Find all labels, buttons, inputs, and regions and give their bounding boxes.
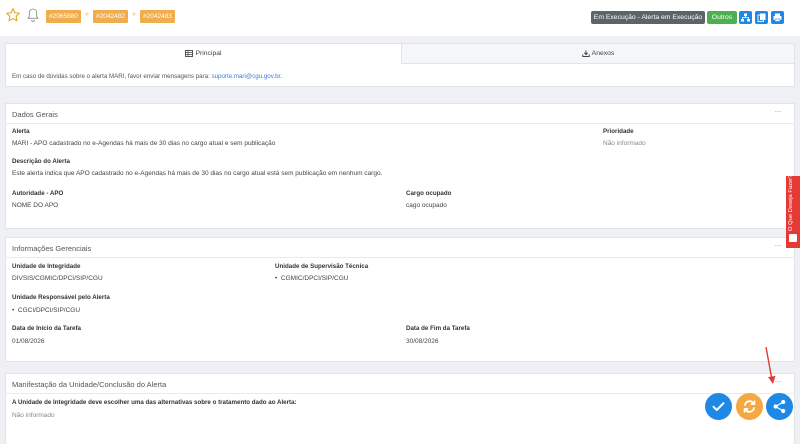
copy-button[interactable] xyxy=(755,11,768,24)
breadcrumb-separator: » xyxy=(85,11,89,18)
support-email-link[interactable]: suporte.mari@cgu.gov.br xyxy=(211,73,280,80)
tab-label: Principal xyxy=(195,50,222,57)
sitemap-icon xyxy=(741,13,750,22)
tab-principal[interactable]: Principal xyxy=(6,44,402,64)
status-button[interactable]: Em Execução - Alerta em Execução xyxy=(591,11,705,24)
data-inicio-value: 01/08/2026 xyxy=(12,338,45,345)
manifestacao-question: A Unidade de Integridade deve escolher u… xyxy=(12,399,297,406)
red-arrow-icon xyxy=(765,346,776,384)
cargo-value: cago ocupado xyxy=(406,202,447,209)
unidade-supervisao-value: CGMIC/DPCI/SIP/CGU xyxy=(280,275,349,282)
star-icon[interactable] xyxy=(5,7,21,23)
descricao-value: Este alerta indica que APO cadastrado no… xyxy=(12,170,383,177)
bullet: • xyxy=(12,307,15,314)
card-title: Informações Gerenciais xyxy=(12,244,92,253)
data-inicio-label: Data de Início da Tarefa xyxy=(12,325,81,332)
autoridade-value: NOME DO APO xyxy=(12,202,59,209)
share-icon xyxy=(766,393,793,420)
data-fim-label: Data de Fim da Tarefa xyxy=(406,325,470,332)
informacoes-gerenciais-card: Informações Gerenciais ··· Unidade de In… xyxy=(5,237,795,362)
autoridade-label: Autoridade - APO xyxy=(12,190,64,197)
tab-anexos[interactable]: Anexos xyxy=(402,44,794,64)
divider xyxy=(6,393,794,394)
confirm-fab[interactable] xyxy=(705,393,732,420)
feedback-icon xyxy=(789,234,797,242)
breadcrumb-separator: » xyxy=(132,11,136,18)
alert-id-chip[interactable]: #2065880 xyxy=(46,10,81,23)
alert-id-chip[interactable]: #2042483 xyxy=(140,10,175,23)
card-menu-icon[interactable]: ··· xyxy=(775,107,782,116)
print-button[interactable] xyxy=(771,11,784,24)
alert-id-chip[interactable]: #2042482 xyxy=(93,10,128,23)
exchange-icon xyxy=(736,393,763,420)
data-fim-value: 30/08/2026 xyxy=(406,338,439,345)
tabs-panel: Principal Anexos Em caso de dúvidas sobr… xyxy=(5,43,795,87)
feedback-tab[interactable]: O Que Deseja Fazer? xyxy=(786,174,800,248)
card-title: Dados Gerais xyxy=(12,110,58,119)
check-icon xyxy=(705,393,732,420)
download-icon xyxy=(581,50,590,57)
unidade-supervisao-label: Unidade de Supervisão Técnica xyxy=(275,263,369,270)
cargo-label: Cargo ocupado xyxy=(406,190,452,197)
unidade-integridade-value: DIVSIS/CGMIC/DPCI/SIP/CGU xyxy=(12,275,103,282)
dados-gerais-card: Dados Gerais ··· Alerta MARI - APO cadas… xyxy=(5,103,795,229)
manifestacao-card: Manifestação da Unidade/Conclusão do Ale… xyxy=(5,373,795,444)
unidade-integridade-label: Unidade de Integridade xyxy=(12,263,81,270)
alerta-label: Alerta xyxy=(12,128,30,135)
unidade-responsavel-value: CGCI/DPCI/SIP/CGU xyxy=(17,307,81,314)
manifestacao-value: Não informado xyxy=(12,412,55,419)
prioridade-label: Prioridade xyxy=(603,128,634,135)
divider xyxy=(6,257,794,258)
reassign-fab[interactable] xyxy=(736,393,763,420)
card-title: Manifestação da Unidade/Conclusão do Ale… xyxy=(12,380,167,389)
divider xyxy=(6,123,794,124)
bell-icon[interactable] xyxy=(26,7,40,23)
support-end: . xyxy=(280,73,282,80)
share-fab[interactable] xyxy=(766,393,793,420)
support-info: Em caso de dúvidas sobre o alerta MARI, … xyxy=(12,73,282,80)
outros-button[interactable]: Outros xyxy=(707,11,737,24)
print-icon xyxy=(773,13,782,22)
top-bar: #2065880 » #2042482 » #2042483 Em Execuç… xyxy=(0,0,800,36)
tab-label: Anexos xyxy=(591,50,615,57)
workflow-button[interactable] xyxy=(739,11,752,24)
prioridade-value: Não informado xyxy=(603,140,646,147)
unidade-supervisao-item: • CGMIC/DPCI/SIP/CGU xyxy=(275,275,348,282)
unidade-responsavel-item: • CGCI/DPCI/SIP/CGU xyxy=(12,307,80,314)
support-text: Em caso de dúvidas sobre o alerta MARI, … xyxy=(12,73,212,80)
unidade-responsavel-label: Unidade Responsável pelo Alerta xyxy=(12,294,110,301)
alerta-value: MARI - APO cadastrado no e-Agendas há ma… xyxy=(12,140,276,147)
bullet: • xyxy=(275,275,278,282)
feedback-label: O Que Deseja Fazer? xyxy=(788,174,794,231)
descricao-label: Descrição do Alerta xyxy=(12,158,70,165)
card-menu-icon[interactable]: ··· xyxy=(775,241,782,250)
copy-icon xyxy=(757,13,766,22)
table-icon xyxy=(185,49,194,57)
